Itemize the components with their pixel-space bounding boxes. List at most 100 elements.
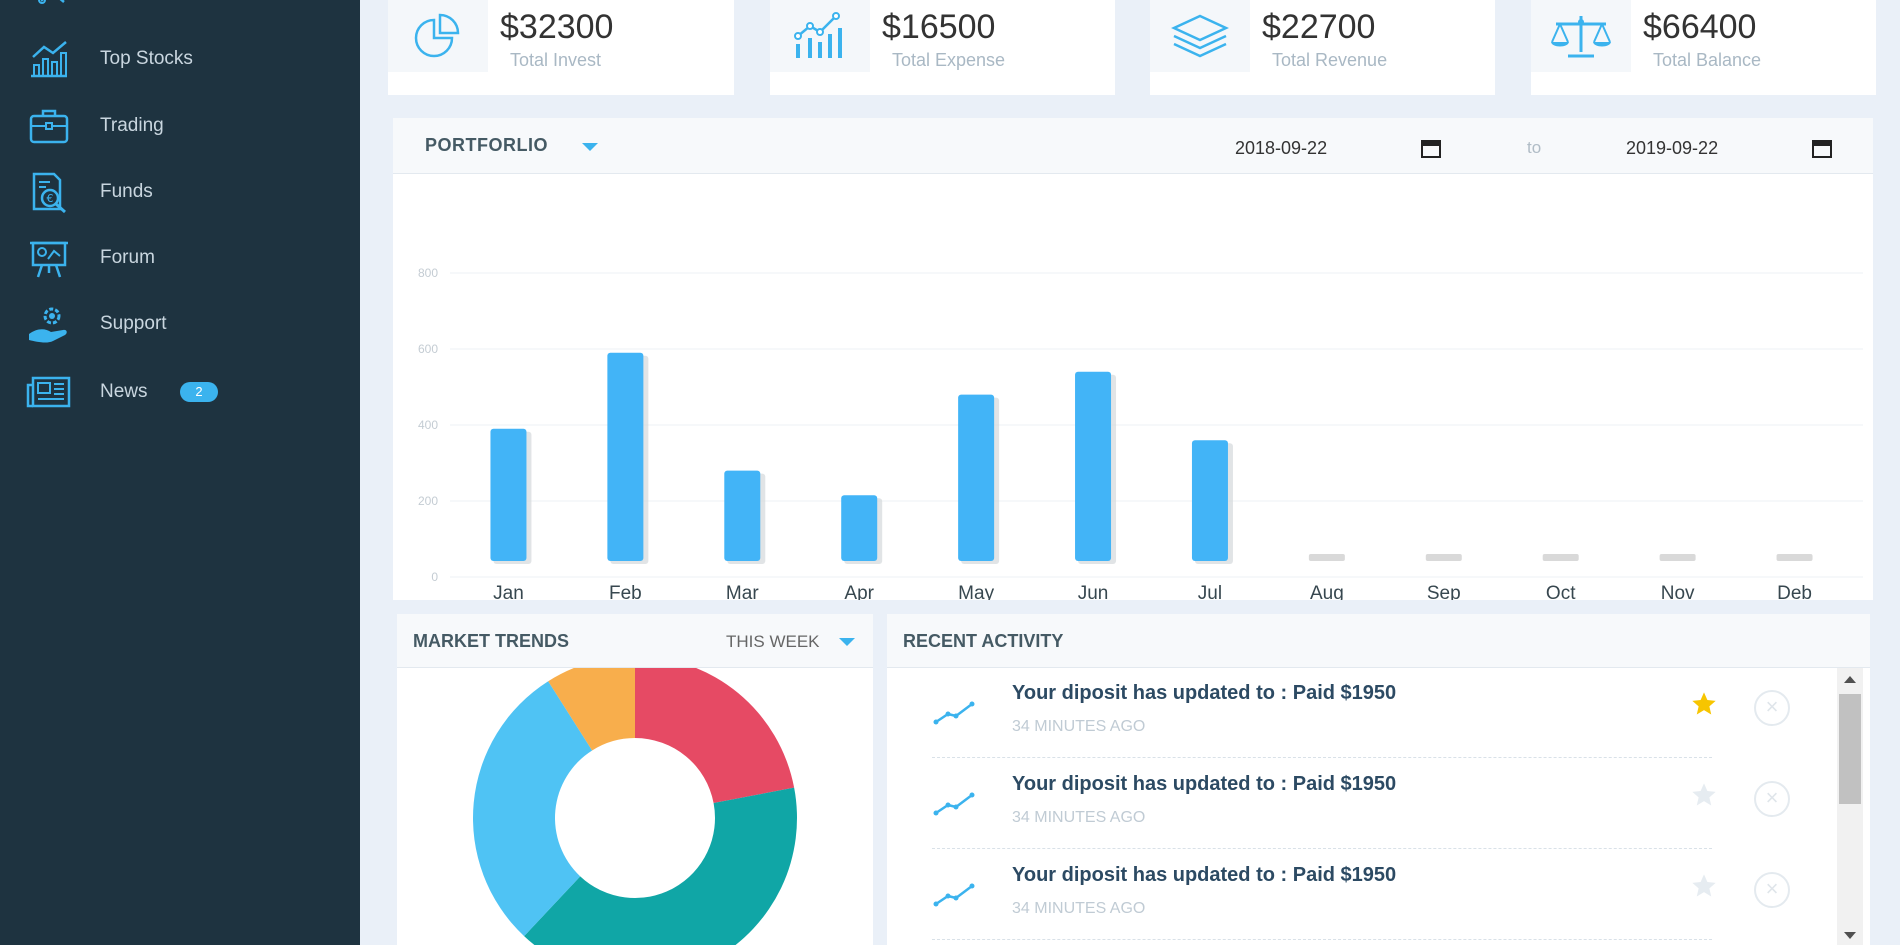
support-hand-gear-icon: [26, 301, 72, 347]
scroll-down-arrow[interactable]: [1844, 932, 1856, 939]
x-tick-label: Jul: [1198, 583, 1222, 600]
layers-icon: [1150, 0, 1250, 72]
x-tick-label: Sep: [1427, 583, 1461, 600]
activity-message: Your diposit has updated to : Paid $1950: [1012, 682, 1397, 704]
bar: [607, 352, 644, 561]
sidebar-item-funds[interactable]: € Funds: [0, 162, 360, 222]
scroll-up-arrow[interactable]: [1844, 676, 1856, 683]
bar: [1308, 554, 1345, 561]
stat-caption: Total Revenue: [1272, 50, 1388, 70]
x-tick-label: Jan: [493, 583, 524, 600]
svg-text:€: €: [47, 192, 54, 205]
bar: [1659, 554, 1696, 561]
recent-activity-panel: RECENT ACTIVITY Your diposit has updated…: [887, 614, 1870, 945]
news-count-badge: 2: [180, 382, 218, 402]
trend-up-icon: [933, 701, 975, 725]
trend-up-icon: [933, 883, 975, 907]
market-trends-title: MARKET TRENDS: [413, 631, 569, 651]
bar: [1776, 554, 1813, 561]
stat-caption: Total Invest: [510, 50, 602, 70]
x-tick-label: Jun: [1078, 583, 1109, 600]
activity-time: 34 MINUTES AGO: [1012, 718, 1146, 735]
portfolio-panel: PORTFORLIO 2018-09-22 to 2019-09-22 0 200…: [393, 118, 1873, 600]
trend-up-icon: [933, 792, 975, 816]
sidebar-partial-icon: [26, 0, 72, 12]
sidebar-item-news[interactable]: News 2: [0, 362, 360, 422]
sidebar-item-label: News: [100, 381, 148, 402]
star-icon[interactable]: [1690, 690, 1718, 718]
activity-scrollbar[interactable]: [1837, 668, 1863, 945]
period-dropdown[interactable]: THIS WEEK: [726, 632, 820, 652]
sidebar-item-forum[interactable]: Forum: [0, 228, 360, 288]
y-tick-label: 800: [418, 266, 438, 280]
market-trends-donut: [473, 668, 797, 945]
x-tick-label: Oct: [1546, 583, 1576, 600]
activity-item[interactable]: Your diposit has updated to : Paid $1950…: [932, 759, 1790, 849]
stat-card-total-revenue: $22700 Total Revenue: [1150, 0, 1495, 95]
x-tick-label: Nov: [1661, 583, 1695, 600]
star-icon[interactable]: [1690, 872, 1718, 900]
activity-message: Your diposit has updated to : Paid $1950: [1012, 864, 1397, 886]
activity-item[interactable]: Your diposit has updated to : Paid $1950…: [932, 668, 1790, 758]
calendar-icon[interactable]: [1811, 138, 1833, 158]
sidebar-item-top-stocks[interactable]: Top Stocks: [0, 29, 360, 89]
x-tick-label: Aug: [1310, 583, 1344, 600]
activity-time: 34 MINUTES AGO: [1012, 900, 1146, 917]
stat-value: $22700: [1262, 8, 1376, 46]
sidebar-item-label: Trading: [100, 115, 164, 136]
scroll-thumb[interactable]: [1839, 694, 1861, 804]
stat-value: $16500: [882, 8, 996, 46]
activity-time: 34 MINUTES AGO: [1012, 809, 1146, 826]
sidebar: Top Stocks Trading € Funds Forum Support…: [0, 0, 360, 945]
recent-activity-title: RECENT ACTIVITY: [903, 631, 1064, 651]
x-tick-label: Feb: [609, 583, 642, 600]
sidebar-item-label: Top Stocks: [100, 48, 193, 69]
portfolio-bar-chart: 0 200 400 600 800 Jan Feb Mar Apr May Jun Jul Aug Sep…: [418, 266, 1863, 600]
line-chart-icon: [26, 36, 72, 82]
date-from-field[interactable]: 2018-09-22: [1235, 138, 1327, 159]
stat-caption: Total Balance: [1653, 50, 1762, 70]
calendar-icon[interactable]: [1420, 138, 1442, 158]
funds-report-icon: €: [26, 169, 72, 215]
activity-message: Your diposit has updated to : Paid $1950: [1012, 773, 1397, 795]
donut-slice: [635, 668, 795, 804]
bar: [1542, 554, 1579, 561]
portfolio-title[interactable]: PORTFORLIO: [425, 135, 548, 156]
date-to-field[interactable]: 2019-09-22: [1626, 138, 1718, 159]
y-tick-label: 600: [418, 342, 438, 356]
close-icon[interactable]: ×: [1754, 781, 1790, 817]
activity-item[interactable]: Your diposit has updated to : Paid $1950…: [932, 850, 1790, 940]
close-icon[interactable]: ×: [1754, 690, 1790, 726]
chevron-down-icon[interactable]: [839, 638, 855, 646]
portfolio-header: PORTFORLIO 2018-09-22 to 2019-09-22: [393, 118, 1873, 174]
y-tick-label: 0: [431, 570, 438, 584]
sidebar-item-support[interactable]: Support: [0, 294, 360, 354]
close-icon[interactable]: ×: [1754, 872, 1790, 908]
x-tick-label: Apr: [844, 583, 874, 600]
bar: [1191, 440, 1228, 561]
sidebar-item-label: Forum: [100, 247, 155, 268]
sidebar-item-trading[interactable]: Trading: [0, 96, 360, 156]
y-tick-label: 400: [418, 418, 438, 432]
date-range-separator: to: [1527, 138, 1542, 157]
sidebar-item-label: Funds: [100, 181, 153, 202]
bar-trend-icon: [770, 0, 870, 72]
bar: [1425, 554, 1462, 561]
stat-card-total-balance: $66400 Total Balance: [1531, 0, 1876, 95]
star-icon[interactable]: [1690, 781, 1718, 809]
stat-value: $66400: [1643, 8, 1757, 46]
chevron-down-icon[interactable]: [582, 143, 598, 151]
x-tick-label: Mar: [726, 583, 759, 600]
bar: [1075, 371, 1112, 561]
x-tick-label: Deb: [1777, 583, 1812, 600]
x-tick-label: May: [958, 583, 994, 600]
bar: [724, 470, 761, 561]
pie-chart-icon: [388, 0, 488, 72]
briefcase-icon: [26, 103, 72, 149]
stat-caption: Total Expense: [892, 50, 1006, 70]
stat-value: $32300: [500, 8, 614, 46]
bar: [841, 495, 878, 561]
market-trends-header: MARKET TRENDS THIS WEEK: [397, 614, 873, 668]
y-tick-label: 200: [418, 494, 438, 508]
newspaper-icon: [26, 369, 72, 415]
